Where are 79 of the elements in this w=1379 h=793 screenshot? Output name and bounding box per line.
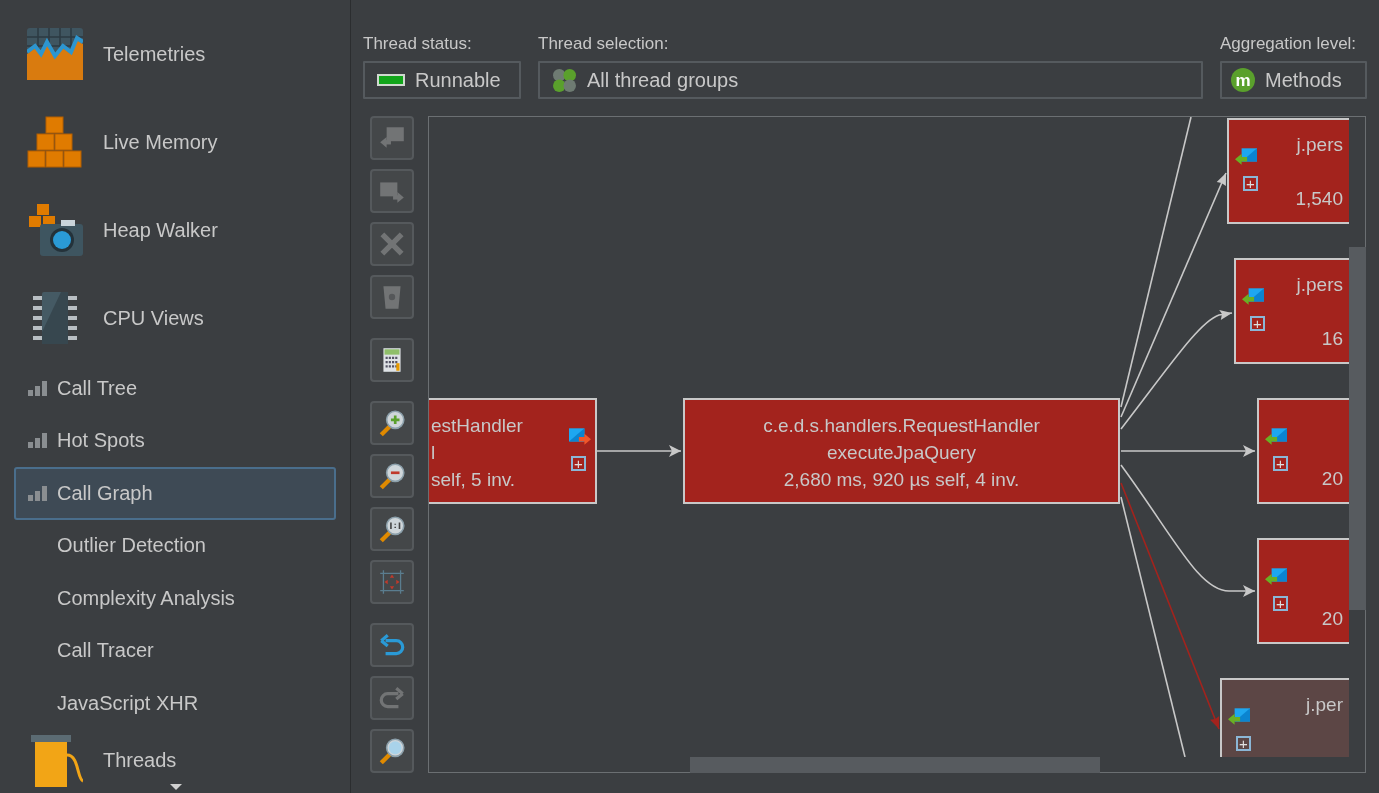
thread-selection-dropdown[interactable]: All thread groups	[538, 61, 1203, 99]
section-label: CPU Views	[103, 306, 204, 330]
method-name: j.per	[1306, 694, 1343, 716]
call-count: 20	[1321, 608, 1343, 630]
call-count: 1,540	[1295, 188, 1343, 210]
node-text: 2,680 ms, 920 µs self, 4 inv.	[783, 468, 1020, 492]
section-label: Live Memory	[103, 130, 218, 154]
expand-button[interactable]: +	[1273, 456, 1288, 471]
methods-badge: m	[1231, 68, 1255, 92]
sidebar-section[interactable]: CPU Views	[0, 274, 350, 362]
bar-chart-icon	[28, 380, 47, 396]
method-icon	[1265, 426, 1287, 446]
fit-button[interactable]	[370, 560, 414, 604]
node-text: executeJpaQuery	[827, 441, 976, 465]
sidebar-section[interactable]: Heap Walker	[0, 186, 350, 274]
method-node[interactable]: j.per +	[1220, 678, 1349, 757]
node-text: self, 5 inv.	[431, 468, 516, 492]
zoom-in-button[interactable]	[370, 401, 414, 445]
scrollbar-thumb[interactable]	[690, 757, 1100, 773]
node-text: c.e.d.s.handlers.RequestHandler	[763, 414, 1040, 438]
bar-chart-icon	[28, 485, 47, 501]
method-name: j.pers	[1296, 134, 1343, 156]
thread-selection-label: Thread selection:	[538, 33, 670, 54]
call-count: 16	[1321, 328, 1343, 350]
expand-button[interactable]: +	[1243, 176, 1258, 191]
sidebar-item[interactable]: Complexity Analysis	[14, 572, 336, 625]
method-icon	[1235, 146, 1257, 166]
method-node[interactable]: + 20	[1257, 398, 1349, 504]
scroll-down-icon[interactable]	[170, 784, 182, 790]
section-label: Telemetries	[103, 42, 206, 66]
call-count: 20	[1321, 468, 1343, 490]
thread-status-dropdown[interactable]: Runnable	[363, 61, 521, 99]
sidebar-section[interactable]: Live Memory	[0, 98, 350, 186]
method-node[interactable]: j.pers + 16	[1234, 258, 1349, 364]
zoom-out-button[interactable]	[370, 454, 414, 498]
method-node[interactable]: estHandler l self, 5 inv. +	[429, 398, 597, 504]
node-text: estHandler	[431, 414, 523, 438]
section-label: Heap Walker	[103, 218, 218, 242]
fit-to-screen-icon	[377, 567, 407, 597]
sidebar-item[interactable]: Call Tracer	[14, 624, 336, 677]
section-label: Threads	[103, 749, 177, 772]
thread-groups-icon	[552, 67, 577, 93]
expand-button[interactable]: +	[1250, 316, 1265, 331]
method-icon	[569, 426, 591, 446]
find-button[interactable]	[370, 729, 414, 773]
search-icon	[377, 736, 407, 766]
camera-icon	[27, 204, 83, 256]
zoom-out-icon	[377, 461, 407, 491]
scrollbar-thumb[interactable]	[1349, 247, 1366, 610]
method-node[interactable]: j.pers + 1,540	[1227, 118, 1349, 224]
undo-button[interactable]	[370, 623, 414, 667]
method-icon	[1265, 566, 1287, 586]
zoom-reset-button[interactable]	[370, 507, 414, 551]
method-node[interactable]: c.e.d.s.handlers.RequestHandler executeJpaQuery 2,680 ms, 920 µs self, 4 inv.	[683, 398, 1120, 504]
calculator-button[interactable]	[370, 338, 414, 382]
aggregation-level-label: Aggregation level:	[1220, 33, 1358, 54]
method-name: j.pers	[1296, 274, 1343, 296]
sidebar-item[interactable]: Call Tree	[14, 362, 336, 415]
node-text: l	[431, 441, 436, 465]
sidebar-section[interactable]: Telemetries	[0, 10, 350, 98]
sidebar-item[interactable]: JavaScript XHR	[14, 677, 336, 730]
method-node[interactable]: + 20	[1257, 538, 1349, 644]
thread-status-label: Thread status:	[363, 33, 473, 54]
sidebar-item[interactable]: Outlier Detection	[14, 519, 336, 572]
aggregation-level-dropdown[interactable]: m Methods	[1220, 61, 1367, 99]
cubes-icon	[27, 116, 83, 168]
sidebar-section[interactable]: Threads	[0, 729, 350, 792]
runnable-icon	[377, 74, 405, 86]
expand-button[interactable]: +	[571, 456, 586, 471]
chart-icon	[27, 28, 83, 80]
sidebar-item[interactable]: Call Graph	[14, 467, 336, 520]
expand-button[interactable]: +	[1273, 596, 1288, 611]
method-icon	[1228, 706, 1250, 726]
sidebar-item[interactable]: Hot Spots	[14, 414, 336, 467]
bar-chart-icon	[28, 433, 47, 449]
method-icon	[1242, 286, 1264, 306]
zoom-in-icon	[377, 408, 407, 438]
expand-button[interactable]: +	[1236, 736, 1251, 751]
actual-size-icon	[377, 514, 407, 544]
